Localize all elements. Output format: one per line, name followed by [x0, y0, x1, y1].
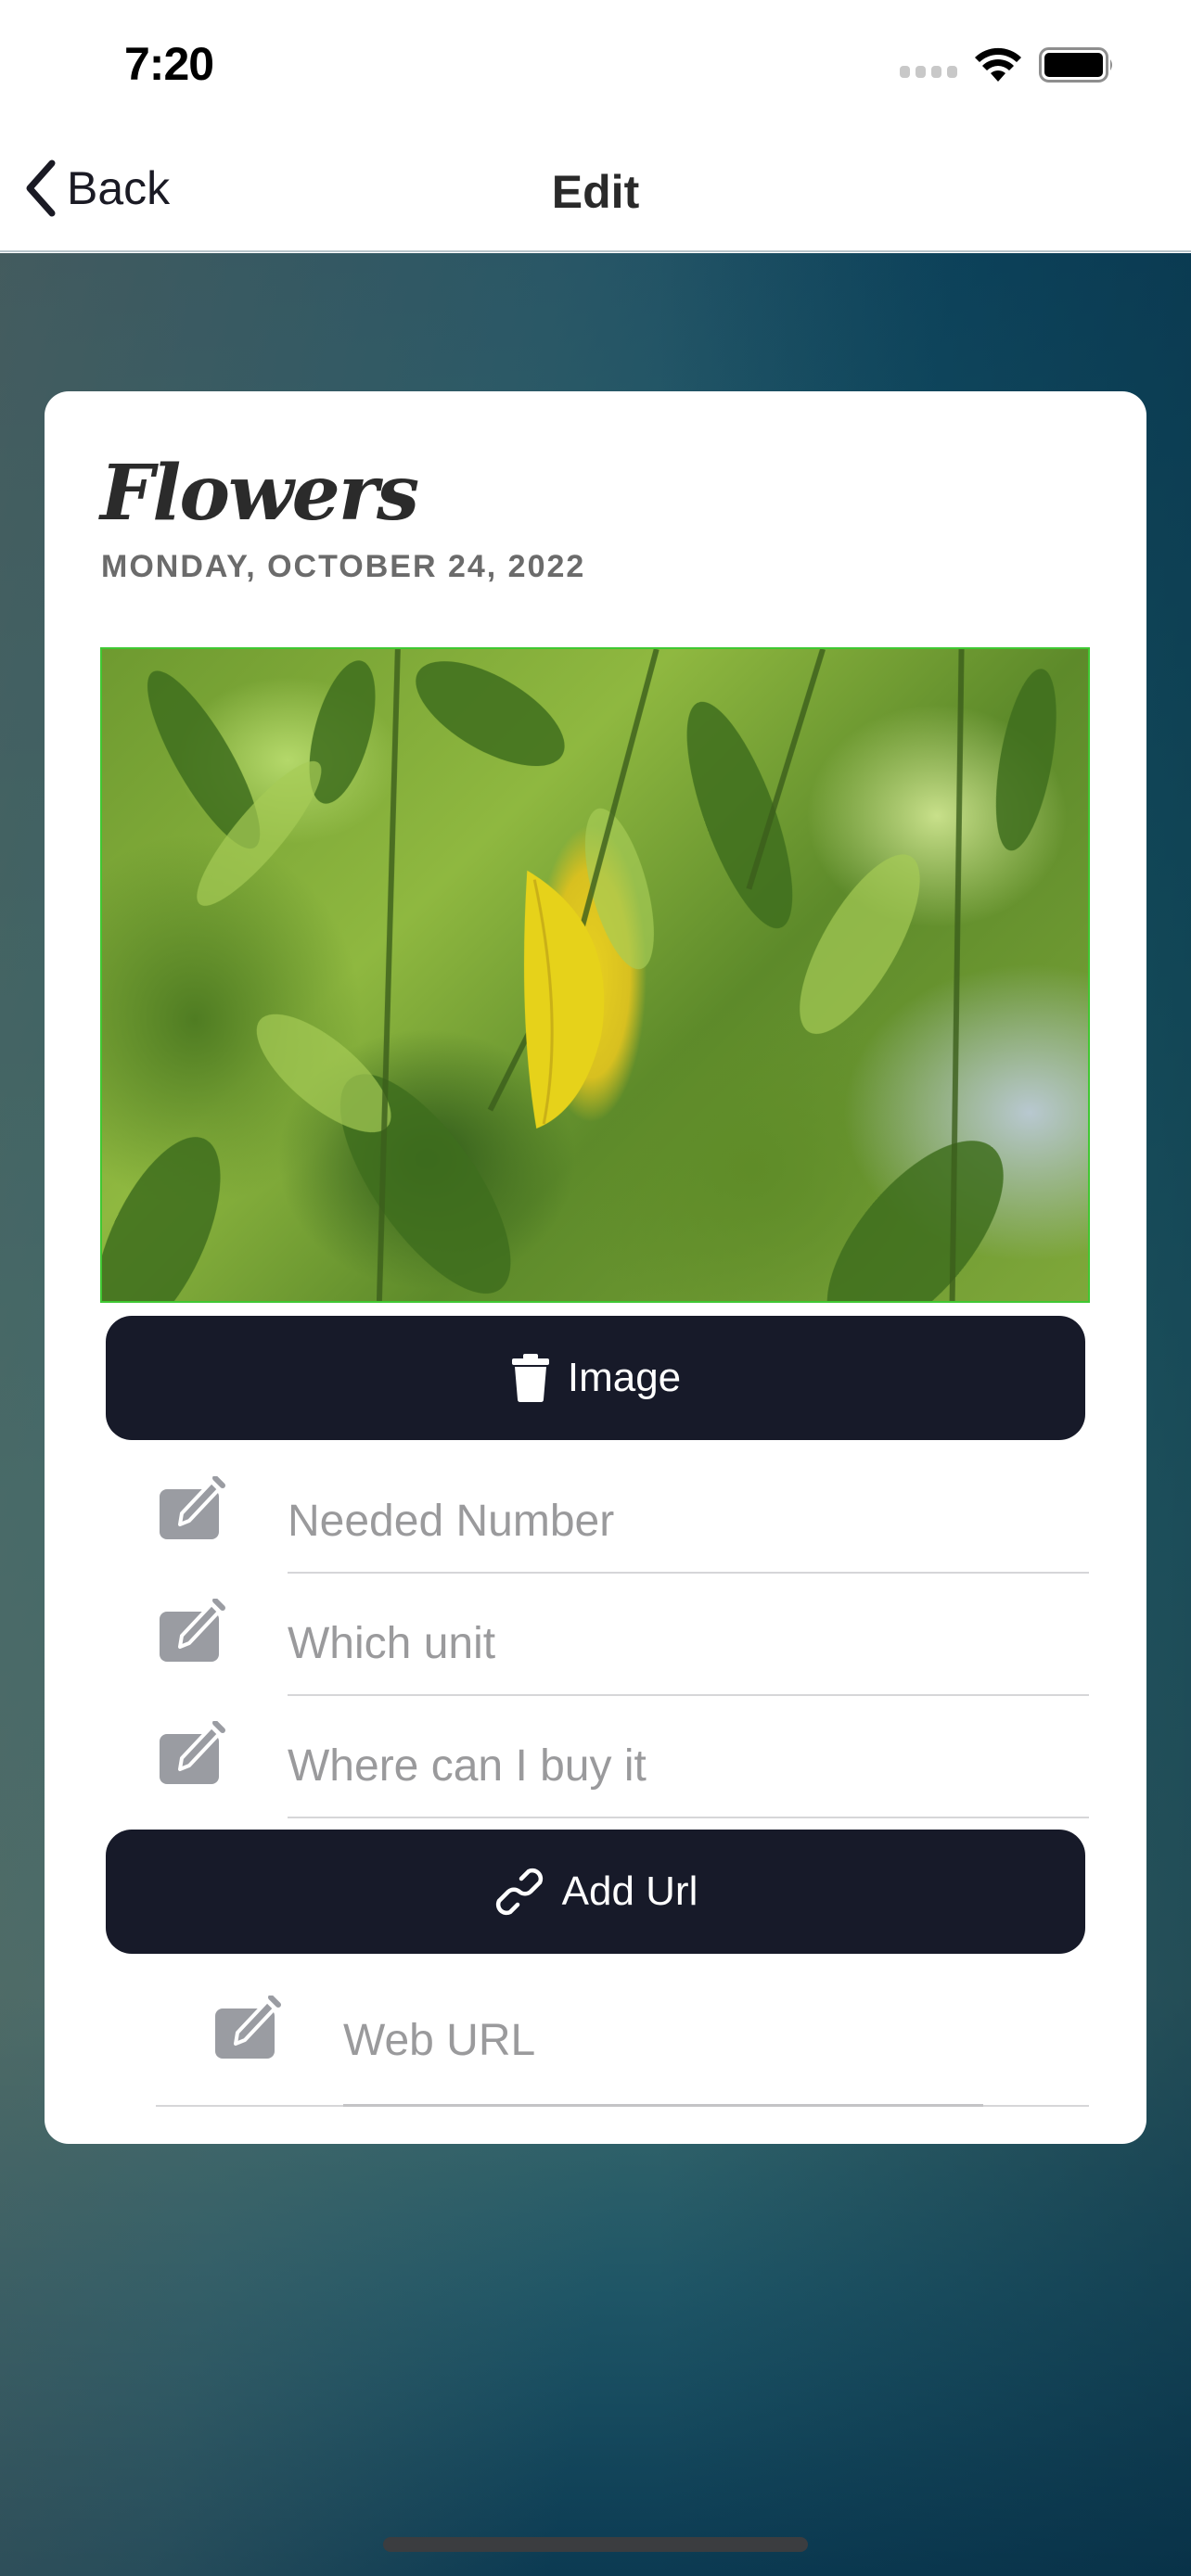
status-bar: 7:20 [0, 0, 1191, 130]
needed-number-input[interactable] [288, 1484, 1085, 1558]
edit-icon [160, 1721, 225, 1784]
edit-card: Flowers MONDAY, OCTOBER 24, 2022 Image N… [45, 391, 1146, 2144]
item-photo[interactable] [100, 647, 1090, 1303]
url-input-underline [343, 2104, 983, 2107]
edit-icon [215, 1996, 281, 2059]
web-url-input[interactable] [343, 2003, 1011, 2077]
field-divider [288, 1817, 1089, 1818]
leaves-illustration [102, 649, 1057, 1301]
item-date: MONDAY, OCTOBER 24, 2022 [101, 549, 586, 584]
wifi-icon [975, 47, 1021, 82]
field-row-unit [45, 1589, 1146, 1712]
link-icon [495, 1868, 543, 1916]
page-title: Edit [551, 166, 640, 218]
trash-icon [511, 1354, 549, 1402]
delete-image-button[interactable]: Image [106, 1316, 1085, 1440]
status-icons [900, 46, 1115, 83]
battery-icon [1039, 47, 1112, 83]
edit-icon [160, 1599, 225, 1662]
field-divider [288, 1694, 1089, 1696]
home-indicator[interactable] [383, 2537, 808, 2552]
navigation-bar: Back Edit [0, 130, 1191, 252]
delete-image-label: Image [567, 1355, 682, 1400]
field-row-where-to-buy [45, 1712, 1146, 1834]
add-url-button[interactable]: Add Url [106, 1830, 1085, 1954]
where-to-buy-input[interactable] [288, 1728, 1085, 1803]
signal-icon [900, 65, 957, 78]
add-url-label: Add Url [561, 1868, 698, 1914]
edit-icon [160, 1476, 225, 1539]
item-title: Flowers [100, 449, 419, 538]
unit-input[interactable] [288, 1606, 1085, 1680]
field-row-web-url [45, 1986, 1146, 2109]
field-row-needed-number [45, 1467, 1146, 1589]
field-divider [288, 1572, 1089, 1574]
status-time: 7:20 [124, 38, 214, 90]
